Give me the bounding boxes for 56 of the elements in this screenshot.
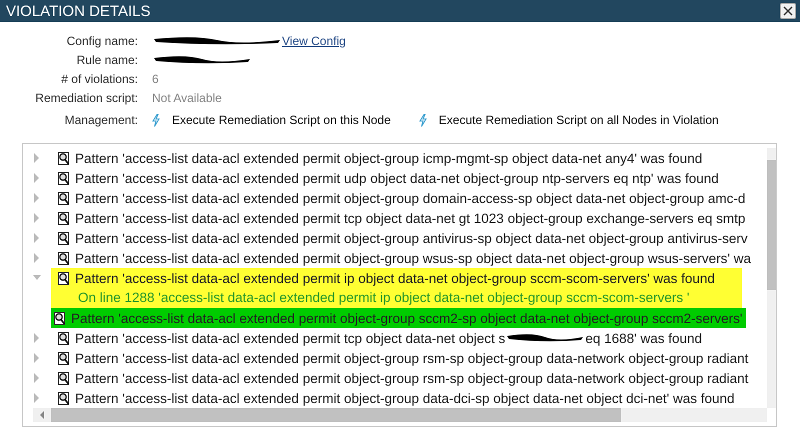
- document-search-icon: [56, 230, 71, 246]
- lightning-icon: [152, 114, 160, 126]
- tree-item[interactable]: Pattern 'access-list data-acl extended permit object-group rsm-sp object-group data-network object-group radiant: [51, 368, 748, 388]
- expand-arrow-icon[interactable]: [33, 393, 41, 403]
- tree-item[interactable]: Pattern 'access-list data-acl extended permit object-group sccm2-sp object data-net object-group sccm2-servers': [51, 308, 746, 328]
- tree-item[interactable]: Pattern 'access-list data-acl extended permit object-group domain-access-sp object data-net object-group amc-d: [51, 188, 746, 208]
- expand-arrow-icon[interactable]: [33, 253, 41, 263]
- tree-item[interactable]: Pattern 'access-list data-acl extended permit object-group data-dci-sp object data-net object dci-net' was found: [51, 388, 735, 408]
- document-search-icon: [56, 150, 71, 166]
- field-label: Config name:: [66, 33, 138, 49]
- document-search-icon: [56, 350, 71, 366]
- tree-item[interactable]: Pattern 'access-list data-acl extended permit object-group rsm-sp object-group data-network object-group radiant: [51, 348, 748, 368]
- expand-arrow-icon[interactable]: [33, 353, 41, 363]
- field-value: 6: [152, 72, 159, 86]
- expand-arrow-icon[interactable]: [33, 233, 41, 243]
- field-value: Not Available: [152, 91, 222, 105]
- scroll-left-icon[interactable]: [39, 411, 45, 419]
- execute-script-link[interactable]: Execute Remediation Script on this Node: [152, 113, 391, 127]
- lightning-icon: [418, 114, 427, 126]
- document-search-icon: [56, 190, 71, 206]
- window-title: VIOLATION DETAILS: [6, 2, 150, 20]
- tree-item-label-end: eq 1688' was found: [585, 330, 702, 346]
- field-label: Remediation script:: [34, 90, 138, 106]
- expand-arrow-icon[interactable]: [33, 173, 41, 183]
- document-search-icon: [56, 370, 71, 386]
- expand-arrow-icon[interactable]: [33, 193, 41, 203]
- document-search-icon: [56, 270, 71, 286]
- tree-item-label: Pattern 'access-list data-acl extended permit ip object data-net object-group sccm-scom-servers' was found: [75, 270, 715, 286]
- tree-item[interactable]: Pattern 'access-list data-acl extended permit object-group antivirus-sp object data-net object-group antivirus-serv: [51, 228, 748, 248]
- scrollbar-thumb[interactable]: [51, 408, 621, 422]
- document-search-icon: [56, 250, 71, 266]
- match-detail-text: On line 1288 'access-list data-acl extended permit ip object data-net object-group sccm-scom-servers ': [78, 289, 690, 307]
- tree-item[interactable]: Pattern 'access-list data-acl extended permit object-group wsus-sp object data-net object-group wsus-servers' wa: [51, 248, 751, 268]
- execute-script-link[interactable]: Execute Remediation Script on all Nodes in Violation: [418, 113, 719, 127]
- tree-item[interactable]: Pattern 'access-list data-acl extended permit tcp object data-net gt 1023 object-group exchange-servers eq smtp: [51, 208, 746, 228]
- document-search-icon: [56, 330, 71, 346]
- vertical-scrollbar[interactable]: [767, 148, 776, 408]
- document-search-icon: [56, 390, 71, 406]
- tree-item[interactable]: Pattern 'access-list data-acl extended permit tcp object data-net object s eq 1688' was found: [51, 328, 702, 348]
- expand-arrow-icon[interactable]: [33, 153, 41, 163]
- field-label: Management:: [64, 112, 138, 128]
- tree-item[interactable]: Pattern 'access-list data-acl extended permit udp object data-net object-group ntp-servers eq ntp' was found: [51, 168, 719, 188]
- document-search-icon: [56, 210, 71, 226]
- expand-arrow-icon[interactable]: [33, 213, 41, 223]
- document-search-icon: [52, 310, 67, 326]
- field-label: Rule name:: [76, 52, 138, 68]
- expand-arrow-icon[interactable]: [33, 373, 41, 383]
- expand-arrow-icon[interactable]: [33, 333, 41, 343]
- close-icon: [783, 6, 793, 16]
- scrollbar-thumb[interactable]: [767, 160, 776, 290]
- close-button[interactable]: [780, 3, 796, 19]
- field-label: # of violations:: [60, 71, 138, 87]
- horizontal-scrollbar[interactable]: [33, 408, 767, 422]
- tree-item[interactable]: Pattern 'access-list data-acl extended permit object-group icmp-mgmt-sp object data-net any4' was found: [51, 148, 702, 168]
- view-config-link[interactable]: View Config: [282, 34, 346, 48]
- document-search-icon: [56, 170, 71, 186]
